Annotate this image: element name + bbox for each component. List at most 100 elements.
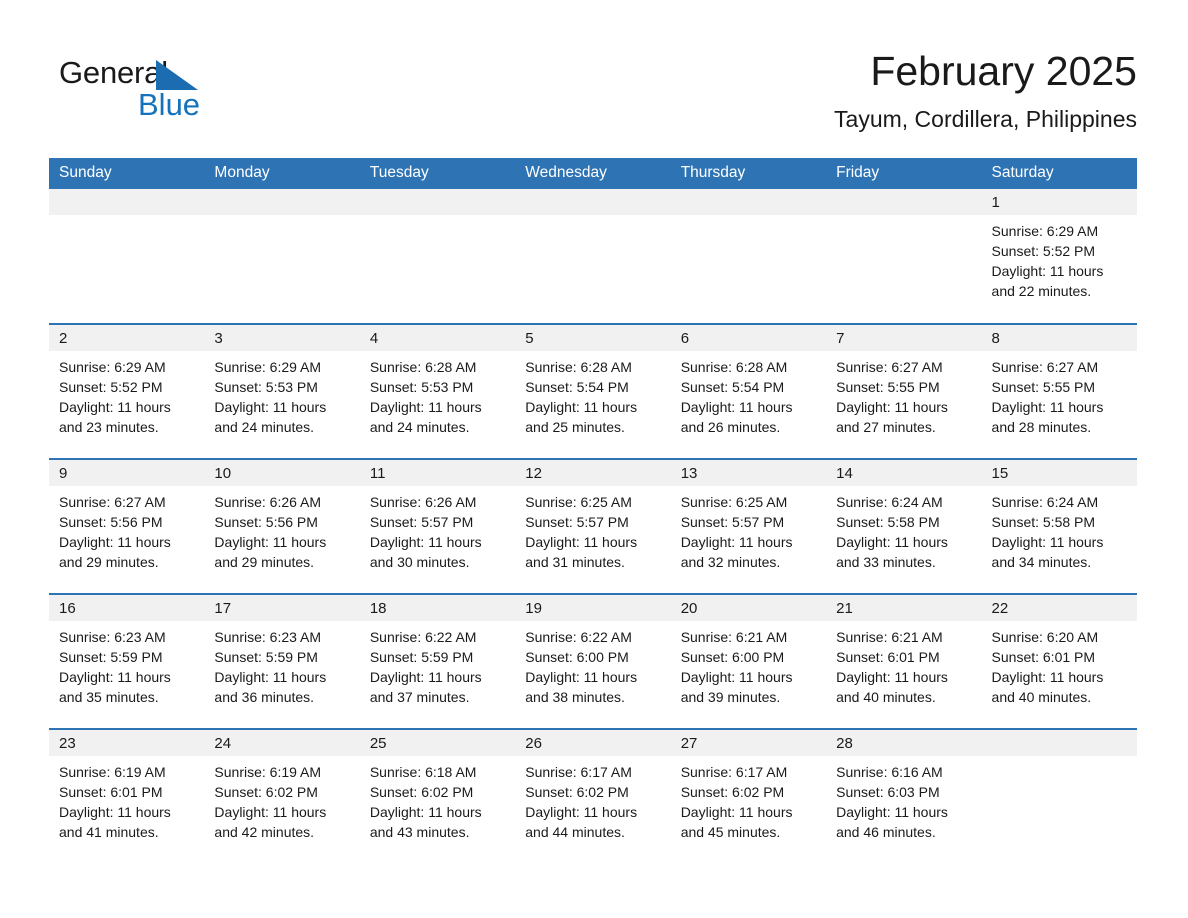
daylight-text: Daylight: 11 hours and 31 minutes.	[525, 534, 638, 570]
day-number	[204, 189, 360, 215]
calendar-day-cell[interactable]: 25 Sunrise: 6:18 AM Sunset: 6:02 PM Dayligh…	[359, 728, 516, 864]
calendar-day-cell[interactable]: 28 Sunrise: 6:16 AM Sunset: 6:03 PM Dayligh…	[826, 728, 982, 864]
sunset-text: Sunset: 6:02 PM	[525, 784, 629, 800]
sunrise-text: Sunrise: 6:29 AM	[214, 359, 322, 375]
day-number: 7	[826, 325, 982, 351]
daylight-text: Daylight: 11 hours and 24 minutes.	[214, 399, 327, 435]
day-details: Sunrise: 6:29 AM Sunset: 5:52 PM Daylight:…	[49, 351, 204, 437]
calendar-day-cell[interactable]: 18 Sunrise: 6:22 AM Sunset: 5:59 PM Dayligh…	[359, 593, 516, 729]
sunset-text: Sunset: 5:54 PM	[525, 379, 629, 395]
sunset-text: Sunset: 5:59 PM	[369, 649, 474, 665]
sunset-text: Sunset: 5:53 PM	[369, 379, 474, 395]
calendar-table: Sunday Monday Tuesday Wednesday Thursday…	[49, 158, 1137, 864]
sunrise-text: Sunrise: 6:25 AM	[680, 494, 788, 510]
sunset-text: Sunset: 5:56 PM	[59, 514, 163, 530]
day-number	[670, 189, 827, 215]
calendar-day-cell[interactable]: 22 Sunrise: 6:20 AM Sunset: 6:01 PM Dayligh…	[981, 593, 1137, 729]
day-number: 9	[49, 460, 205, 486]
calendar-day-cell[interactable]: 9 Sunrise: 6:27 AM Sunset: 5:56 PM Daylight…	[49, 458, 205, 594]
sunrise-text: Sunrise: 6:29 AM	[59, 359, 166, 375]
calendar-day-cell[interactable]: 6 Sunrise: 6:28 AM Sunset: 5:54 PM Daylight…	[670, 323, 827, 459]
daylight-text: Daylight: 11 hours and 46 minutes.	[836, 804, 948, 840]
calendar-day-cell[interactable]: 16 Sunrise: 6:23 AM Sunset: 5:59 PM Dayligh…	[49, 593, 205, 729]
sunrise-text: Sunrise: 6:24 AM	[991, 494, 1099, 510]
sunset-text: Sunset: 5:57 PM	[525, 514, 629, 530]
sunrise-text: Sunrise: 6:26 AM	[214, 494, 322, 510]
sunset-text: Sunset: 5:55 PM	[991, 379, 1096, 395]
day-details: Sunrise: 6:24 AM Sunset: 5:58 PM Daylight:…	[826, 486, 981, 572]
daylight-text: Daylight: 11 hours and 37 minutes.	[369, 669, 482, 705]
sunset-text: Sunset: 6:00 PM	[680, 649, 785, 665]
calendar-day-cell[interactable]: 1 Sunrise: 6:29 AM Sunset: 5:52 PM Daylight…	[981, 189, 1137, 324]
daylight-text: Daylight: 11 hours and 42 minutes.	[214, 804, 327, 840]
daylight-text: Daylight: 11 hours and 39 minutes.	[680, 669, 793, 705]
calendar-day-cell[interactable]: 12 Sunrise: 6:25 AM Sunset: 5:57 PM Dayligh…	[515, 458, 671, 594]
day-number: 8	[981, 325, 1137, 351]
daylight-text: Daylight: 11 hours and 35 minutes.	[59, 669, 171, 705]
sunrise-text: Sunrise: 6:18 AM	[369, 764, 477, 780]
sunset-text: Sunset: 5:55 PM	[836, 379, 940, 395]
weekday-header-sunday: Sunday	[49, 158, 205, 189]
sunset-text: Sunset: 6:00 PM	[525, 649, 629, 665]
day-number: 13	[670, 460, 827, 486]
calendar-day-cell[interactable]: 24 Sunrise: 6:19 AM Sunset: 6:02 PM Dayligh…	[204, 728, 360, 864]
calendar-day-cell[interactable]: 5 Sunrise: 6:28 AM Sunset: 5:54 PM Daylight…	[515, 323, 671, 459]
day-details: Sunrise: 6:21 AM Sunset: 6:00 PM Daylight:…	[671, 621, 826, 707]
calendar-day-cell[interactable]: 7 Sunrise: 6:27 AM Sunset: 5:55 PM Daylight…	[826, 323, 982, 459]
calendar-day-cell[interactable]: 26 Sunrise: 6:17 AM Sunset: 6:02 PM Dayligh…	[515, 728, 671, 864]
calendar-day-cell[interactable]: 21 Sunrise: 6:21 AM Sunset: 6:01 PM Dayligh…	[826, 593, 982, 729]
calendar-day-cell[interactable]: 2 Sunrise: 6:29 AM Sunset: 5:52 PM Daylight…	[49, 323, 205, 459]
day-details: Sunrise: 6:19 AM Sunset: 6:01 PM Daylight:…	[49, 756, 204, 842]
calendar-day-cell[interactable]: 15 Sunrise: 6:24 AM Sunset: 5:58 PM Dayligh…	[981, 458, 1137, 594]
generalblue-logo[interactable]: General Blue	[59, 56, 289, 136]
sunset-text: Sunset: 5:59 PM	[59, 649, 163, 665]
sunset-text: Sunset: 6:01 PM	[59, 784, 163, 800]
calendar-day-cell[interactable]: 27 Sunrise: 6:17 AM Sunset: 6:02 PM Dayligh…	[670, 728, 827, 864]
calendar-day-cell[interactable]: 19 Sunrise: 6:22 AM Sunset: 6:00 PM Dayligh…	[515, 593, 671, 729]
day-details: Sunrise: 6:20 AM Sunset: 6:01 PM Daylight:…	[982, 621, 1137, 707]
day-number	[826, 189, 982, 215]
sunset-text: Sunset: 6:02 PM	[369, 784, 474, 800]
daylight-text: Daylight: 11 hours and 33 minutes.	[836, 534, 948, 570]
calendar-day-cell[interactable]: 4 Sunrise: 6:28 AM Sunset: 5:53 PM Daylight…	[359, 323, 516, 459]
calendar-day-cell[interactable]: 13 Sunrise: 6:25 AM Sunset: 5:57 PM Dayligh…	[670, 458, 827, 594]
daylight-text: Daylight: 11 hours and 36 minutes.	[214, 669, 327, 705]
sunrise-text: Sunrise: 6:21 AM	[680, 629, 788, 645]
daylight-text: Daylight: 11 hours and 40 minutes.	[836, 669, 948, 705]
day-number: 20	[670, 595, 827, 621]
calendar-day-cell[interactable]: 20 Sunrise: 6:21 AM Sunset: 6:00 PM Dayligh…	[670, 593, 827, 729]
daylight-text: Daylight: 11 hours and 29 minutes.	[214, 534, 327, 570]
day-number: 28	[826, 730, 982, 756]
day-number: 6	[670, 325, 827, 351]
calendar-day-cell[interactable]: 11 Sunrise: 6:26 AM Sunset: 5:57 PM Dayligh…	[359, 458, 516, 594]
day-number: 4	[359, 325, 516, 351]
day-details: Sunrise: 6:27 AM Sunset: 5:56 PM Daylight:…	[49, 486, 204, 572]
calendar-day-cell[interactable]: 10 Sunrise: 6:26 AM Sunset: 5:56 PM Dayligh…	[204, 458, 360, 594]
day-details: Sunrise: 6:22 AM Sunset: 6:00 PM Daylight:…	[515, 621, 670, 707]
calendar-day-cell[interactable]: 3 Sunrise: 6:29 AM Sunset: 5:53 PM Daylight…	[204, 323, 360, 459]
day-details: Sunrise: 6:21 AM Sunset: 6:01 PM Daylight:…	[826, 621, 981, 707]
calendar-day-cell[interactable]: 8 Sunrise: 6:27 AM Sunset: 5:55 PM Daylight…	[981, 323, 1137, 459]
sunrise-text: Sunrise: 6:23 AM	[59, 629, 166, 645]
logo-text-general: General	[59, 55, 168, 90]
sunset-text: Sunset: 5:58 PM	[836, 514, 940, 530]
sunrise-text: Sunrise: 6:17 AM	[680, 764, 788, 780]
day-details: Sunrise: 6:28 AM Sunset: 5:53 PM Daylight:…	[360, 351, 515, 437]
day-details: Sunrise: 6:27 AM Sunset: 5:55 PM Daylight:…	[826, 351, 981, 437]
day-details: Sunrise: 6:29 AM Sunset: 5:53 PM Daylight:…	[204, 351, 359, 437]
calendar-week-row: 2 Sunrise: 6:29 AM Sunset: 5:52 PM Daylight…	[49, 323, 1137, 459]
daylight-text: Daylight: 11 hours and 27 minutes.	[836, 399, 948, 435]
weekday-header-wednesday: Wednesday	[515, 158, 671, 189]
calendar-day-cell[interactable]: 14 Sunrise: 6:24 AM Sunset: 5:58 PM Dayligh…	[826, 458, 982, 594]
day-details: Sunrise: 6:17 AM Sunset: 6:02 PM Daylight:…	[671, 756, 826, 842]
daylight-text: Daylight: 11 hours and 28 minutes.	[991, 399, 1104, 435]
sunset-text: Sunset: 6:02 PM	[680, 784, 785, 800]
day-details: Sunrise: 6:27 AM Sunset: 5:55 PM Daylight:…	[982, 351, 1137, 437]
calendar-day-cell[interactable]: 23 Sunrise: 6:19 AM Sunset: 6:01 PM Dayligh…	[49, 728, 205, 864]
calendar-day-cell[interactable]: 17 Sunrise: 6:23 AM Sunset: 5:59 PM Dayligh…	[204, 593, 360, 729]
day-number	[49, 189, 205, 215]
page-header: General Blue February 2025 Tayum, Cordil…	[49, 46, 1137, 146]
daylight-text: Daylight: 11 hours and 22 minutes.	[991, 263, 1104, 299]
sunset-text: Sunset: 5:59 PM	[214, 649, 318, 665]
sunrise-text: Sunrise: 6:21 AM	[836, 629, 943, 645]
